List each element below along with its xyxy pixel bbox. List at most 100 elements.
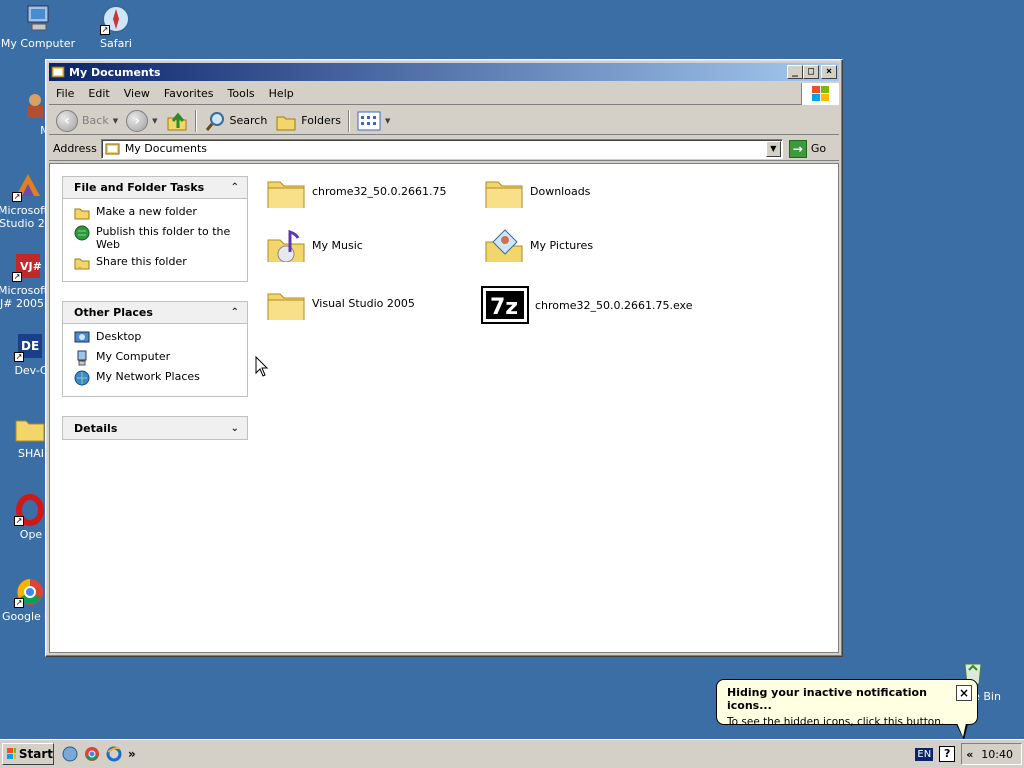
up-button[interactable] xyxy=(162,109,192,133)
folder-icon xyxy=(267,181,305,208)
desktop-icon-dev-cpp[interactable]: DE ↗ Dev-C xyxy=(0,330,48,377)
mouse-cursor-icon xyxy=(255,356,269,377)
desktop-icon-jsharp[interactable]: VJ# ↗ Microsoft J# 2005 xyxy=(0,250,46,310)
file-item[interactable]: My Music xyxy=(266,228,363,262)
people-icon xyxy=(15,90,47,122)
address-dropdown-button[interactable]: ▼ xyxy=(765,140,781,157)
desktop-icon-safari[interactable]: ↗ Safari xyxy=(78,3,154,50)
computer-icon xyxy=(22,3,54,35)
folders-button[interactable]: Folders xyxy=(271,109,345,133)
file-item[interactable]: My Pictures xyxy=(484,228,593,262)
search-icon xyxy=(205,111,224,131)
place-desktop[interactable]: Desktop xyxy=(74,330,237,346)
menu-tools[interactable]: Tools xyxy=(221,87,262,100)
desktop-icon-shared[interactable]: SHAI xyxy=(0,413,48,460)
chevron-down-icon[interactable]: ▼ xyxy=(113,117,118,125)
task-share-folder[interactable]: Share this folder xyxy=(74,255,237,271)
svg-text:7z: 7z xyxy=(490,295,518,320)
menu-edit[interactable]: Edit xyxy=(81,87,116,100)
pane-header[interactable]: Other Places ⌃ xyxy=(63,302,247,324)
place-label: Desktop xyxy=(96,330,142,343)
jsharp-icon: VJ# ↗ xyxy=(12,250,44,282)
views-button[interactable]: ▼ xyxy=(353,109,394,133)
menu-view[interactable]: View xyxy=(117,87,157,100)
pane-header[interactable]: File and Folder Tasks ⌃ xyxy=(63,177,247,199)
language-indicator[interactable]: EN xyxy=(915,747,934,761)
collapse-icon[interactable]: ⌃ xyxy=(231,307,239,318)
desktop-icon-label: Safari xyxy=(100,37,132,50)
svg-text:DE: DE xyxy=(21,339,39,353)
show-hidden-icons-button[interactable]: « xyxy=(966,748,973,761)
shortcut-arrow-icon: ↗ xyxy=(14,516,24,526)
folder-icon xyxy=(267,293,305,320)
clock[interactable]: 10:40 xyxy=(981,748,1013,761)
task-label: Make a new folder xyxy=(96,205,197,218)
balloon-close-button[interactable]: × xyxy=(956,685,972,701)
file-folder-tasks-pane: File and Folder Tasks ⌃ Make a new folde… xyxy=(62,176,248,282)
file-name: My Music xyxy=(312,238,363,252)
notification-balloon: Hiding your inactive notification icons.… xyxy=(716,679,978,728)
go-button[interactable]: → Go xyxy=(788,139,826,158)
pane-header[interactable]: Details ⌄ xyxy=(63,417,247,439)
safari-icon: ↗ xyxy=(100,3,132,35)
desktop-icon-my-computer[interactable]: My Computer xyxy=(0,3,76,50)
task-publish-folder[interactable]: Publish this folder to the Web xyxy=(74,225,237,251)
share-folder-icon xyxy=(74,258,90,270)
chevron-down-icon[interactable]: ▼ xyxy=(152,117,157,125)
place-my-network-places[interactable]: My Network Places xyxy=(74,370,237,386)
chrome-icon[interactable] xyxy=(84,746,100,762)
details-pane: Details ⌄ xyxy=(62,416,248,440)
file-item[interactable]: chrome32_50.0.2661.75 xyxy=(266,174,447,208)
search-button[interactable]: Search xyxy=(200,109,272,133)
desktop-icon-label: Ope xyxy=(19,528,43,541)
file-item[interactable]: Downloads xyxy=(484,174,590,208)
views-icon xyxy=(357,111,381,130)
close-button[interactable]: × xyxy=(821,65,837,79)
maximize-button[interactable]: □ xyxy=(803,65,819,79)
task-label: Share this folder xyxy=(96,255,187,268)
place-my-computer[interactable]: My Computer xyxy=(74,350,237,366)
explorer-window: My Documents _ □ × File Edit View Favori… xyxy=(45,59,843,657)
collapse-icon[interactable]: ⌃ xyxy=(231,182,239,193)
forward-button[interactable]: › ▼ xyxy=(122,109,161,133)
menu-file[interactable]: File xyxy=(49,87,81,100)
pictures-folder-icon xyxy=(485,229,523,262)
file-item[interactable]: Visual Studio 2005 xyxy=(266,286,415,320)
menu-favorites[interactable]: Favorites xyxy=(157,87,221,100)
file-name: My Pictures xyxy=(530,238,594,252)
task-make-new-folder[interactable]: Make a new folder xyxy=(74,205,237,221)
expand-icon[interactable]: ⌄ xyxy=(231,423,239,434)
file-item[interactable]: 7z chrome32_50.0.2661.75.exe xyxy=(481,286,693,324)
desktop-icon-opera[interactable]: ↗ Ope xyxy=(0,494,48,541)
folder-icon xyxy=(485,181,523,208)
quick-launch: » xyxy=(62,746,136,762)
desktop-icon-label: Google C xyxy=(2,610,48,623)
back-button[interactable]: ‹ Back ▼ xyxy=(52,109,122,133)
balloon-tail-fill xyxy=(957,723,966,737)
address-field[interactable]: My Documents ▼ xyxy=(100,138,783,159)
help-icon[interactable]: ? xyxy=(939,746,956,762)
title-bar[interactable]: My Documents _ □ × xyxy=(49,63,839,81)
visual-studio-icon: ↗ xyxy=(12,170,44,202)
task-label: Publish this folder to the Web xyxy=(96,225,231,251)
desktop-icon-label: My Computer xyxy=(0,37,76,50)
windows-logo-icon xyxy=(7,748,16,759)
show-desktop-icon[interactable] xyxy=(62,746,78,762)
music-folder-icon xyxy=(267,229,305,262)
desktop-icon-label: Dev-C xyxy=(14,364,48,377)
address-value: My Documents xyxy=(124,142,208,155)
folder-icon xyxy=(14,413,46,445)
minimize-button[interactable]: _ xyxy=(787,65,803,79)
desktop-icon-google-chrome[interactable]: ↗ Google C xyxy=(0,576,48,623)
back-label: Back xyxy=(82,114,109,127)
window-title: My Documents xyxy=(69,65,161,79)
desktop-icon-visual-studio[interactable]: ↗ Microsoft Studio 2 xyxy=(0,170,46,230)
balloon-title: Hiding your inactive notification icons.… xyxy=(727,686,927,712)
shortcut-arrow-icon: ↗ xyxy=(100,25,110,35)
quick-launch-overflow-icon[interactable]: » xyxy=(128,747,136,761)
menu-help[interactable]: Help xyxy=(262,87,301,100)
internet-explorer-icon[interactable] xyxy=(106,746,122,762)
my-documents-icon xyxy=(51,66,65,78)
back-arrow-icon: ‹ xyxy=(56,109,78,132)
start-button[interactable]: Start xyxy=(2,743,54,765)
